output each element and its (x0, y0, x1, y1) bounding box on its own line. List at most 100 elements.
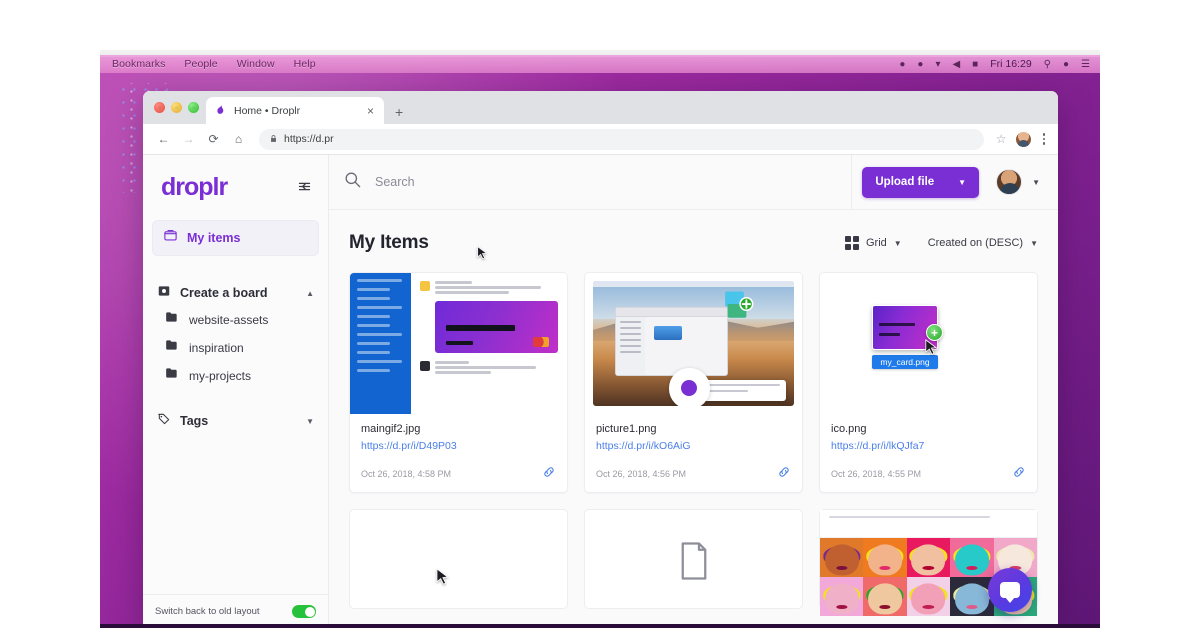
sidebar-header: droplr (143, 155, 328, 216)
dropbox-menu-icon[interactable]: ● (1063, 59, 1069, 70)
droplr-logo[interactable]: droplr (161, 175, 228, 200)
search-icon[interactable]: ⚲ (1044, 59, 1051, 70)
item-card[interactable] (584, 509, 803, 609)
content-header: My Items Grid ▼ Created on (DESC) ▼ (349, 232, 1038, 254)
reload-icon[interactable]: ⟳ (203, 129, 224, 150)
app-main: Search Upload file ▼ ▼ My Items Grid ▼ C… (329, 154, 1058, 628)
lock-icon (269, 134, 278, 145)
browser-toolbar: ← → ⟳ ⌂ https://d.pr ☆ (143, 124, 1058, 155)
maximize-window-button[interactable] (188, 102, 199, 113)
chat-support-button[interactable] (988, 568, 1032, 612)
battery-icon[interactable]: ■ (972, 59, 978, 70)
dropbox-icon[interactable]: ● (899, 59, 905, 70)
sidebar-boards-section: Create a board ▲ website-assets inspirat… (143, 282, 328, 388)
item-url[interactable]: https://d.pr/i/D49P03 (361, 440, 556, 452)
browser-tab[interactable]: Home • Droplr × (206, 97, 384, 124)
link-icon[interactable] (542, 465, 556, 482)
chevron-down-icon[interactable]: ▼ (958, 178, 966, 187)
menu-item-help[interactable]: Help (294, 58, 316, 70)
chevron-down-icon[interactable]: ▼ (894, 239, 902, 248)
item-thumbnail[interactable]: + my_card.png (820, 273, 1037, 414)
item-card[interactable] (349, 509, 568, 609)
back-icon[interactable]: ← (153, 129, 174, 150)
item-url[interactable]: https://d.pr/i/kO6AiG (596, 440, 791, 452)
menu-item-people[interactable]: People (184, 58, 217, 70)
upload-file-button[interactable]: Upload file ▼ (862, 166, 980, 198)
chevron-down-icon[interactable]: ▼ (306, 417, 314, 426)
close-icon[interactable]: × (365, 105, 376, 117)
shield-icon[interactable]: ● (917, 59, 923, 70)
address-bar[interactable]: https://d.pr (259, 128, 984, 150)
macos-desktop-screenshot-icon (593, 281, 794, 406)
volume-icon[interactable]: ◀ (952, 59, 960, 70)
list-icon[interactable]: ☰ (1081, 59, 1090, 70)
slack-conversation-screenshot-icon (350, 273, 567, 414)
chat-bubble-icon (1000, 582, 1020, 603)
chevron-up-icon[interactable]: ▲ (306, 289, 314, 298)
menubar-clock[interactable]: Fri 16:29 (990, 58, 1031, 70)
board-icon (157, 284, 171, 303)
switch-layout-label: Switch back to old layout (155, 606, 260, 617)
minimize-window-button[interactable] (171, 102, 182, 113)
view-mode-label: Grid (866, 237, 887, 249)
sidebar-tags-section[interactable]: Tags ▼ (143, 410, 328, 432)
forward-icon[interactable]: → (178, 129, 199, 150)
chevron-down-icon[interactable]: ▼ (1030, 239, 1038, 248)
view-mode-selector[interactable]: Grid ▼ (845, 236, 902, 250)
user-menu-chevron-down-icon[interactable]: ▼ (1032, 178, 1040, 187)
item-card[interactable]: + my_card.png ico.png https://d.pr/i/lkQ… (819, 272, 1038, 493)
sidebar-footer: Switch back to old layout (143, 594, 328, 628)
item-thumbnail[interactable] (350, 273, 567, 414)
sidebar-folder-website-assets[interactable]: website-assets (155, 307, 316, 332)
menu-item-window[interactable]: Window (237, 58, 275, 70)
topbar-divider (851, 154, 853, 210)
browser-profile-avatar[interactable] (1015, 131, 1031, 147)
sidebar-item-my-items[interactable]: My items (152, 220, 319, 256)
items-grid: maingif2.jpg https://d.pr/i/D49P03 Oct 2… (349, 272, 1038, 493)
sidebar-folder-inspiration[interactable]: inspiration (155, 335, 316, 360)
tag-icon (157, 412, 171, 431)
link-icon[interactable] (1012, 465, 1026, 482)
grid-view-icon (845, 236, 859, 250)
bookmark-star-icon[interactable]: ☆ (996, 132, 1007, 146)
droplr-favicon-icon (214, 104, 227, 117)
sidebar-create-board[interactable]: Create a board ▲ (155, 282, 316, 304)
close-window-button[interactable] (154, 102, 165, 113)
upload-file-label: Upload file (875, 176, 935, 188)
app-sidebar: droplr My items Create a board ▲ website… (143, 155, 329, 628)
search-field[interactable]: Search (343, 170, 851, 194)
menu-item-bookmarks[interactable]: Bookmarks (112, 58, 165, 70)
drag-ghost-label: my_card.png (872, 355, 938, 369)
item-card[interactable]: maingif2.jpg https://d.pr/i/D49P03 Oct 2… (349, 272, 568, 493)
home-icon[interactable]: ⌂ (228, 129, 249, 150)
item-thumbnail[interactable] (585, 273, 802, 414)
drag-ghost-my-card[interactable]: + my_card.png (872, 305, 943, 369)
item-meta-row: Oct 26, 2018, 4:55 PM (831, 465, 1026, 482)
item-date: Oct 26, 2018, 4:56 PM (596, 468, 687, 479)
new-tab-button[interactable]: + (384, 105, 412, 124)
item-filename: ico.png (831, 423, 867, 435)
folder-icon (165, 338, 179, 357)
wifi-icon[interactable]: ▾ (935, 59, 940, 70)
page-title: My Items (349, 232, 429, 253)
item-card[interactable]: picture1.png https://d.pr/i/kO6AiG Oct 2… (584, 272, 803, 493)
collapse-sidebar-icon[interactable] (297, 179, 312, 196)
sidebar-folder-my-projects[interactable]: my-projects (155, 363, 316, 388)
item-meta: picture1.png https://d.pr/i/kO6AiG Oct 2… (585, 414, 802, 492)
item-meta-row: Oct 26, 2018, 4:58 PM (361, 465, 556, 482)
item-meta: ico.png https://d.pr/i/lkQJfa7 Oct 26, 2… (820, 414, 1037, 492)
link-icon[interactable] (777, 465, 791, 482)
sort-selector[interactable]: Created on (DESC) ▼ (928, 237, 1038, 249)
switch-layout-toggle[interactable] (292, 605, 316, 618)
item-filename: picture1.png (596, 423, 657, 435)
item-meta-row: Oct 26, 2018, 4:56 PM (596, 465, 791, 482)
menubar-items: Bookmarks People Window Help (100, 58, 316, 70)
address-bar-url: https://d.pr (284, 133, 334, 145)
item-url[interactable]: https://d.pr/i/lkQJfa7 (831, 440, 1026, 452)
app-topbar: Search Upload file ▼ ▼ (329, 154, 1058, 210)
item-date: Oct 26, 2018, 4:55 PM (831, 468, 922, 479)
user-avatar[interactable] (996, 169, 1023, 195)
browser-tab-title: Home • Droplr (234, 104, 301, 117)
item-meta: maingif2.jpg https://d.pr/i/D49P03 Oct 2… (350, 414, 567, 492)
browser-menu-icon[interactable] (1040, 133, 1049, 145)
